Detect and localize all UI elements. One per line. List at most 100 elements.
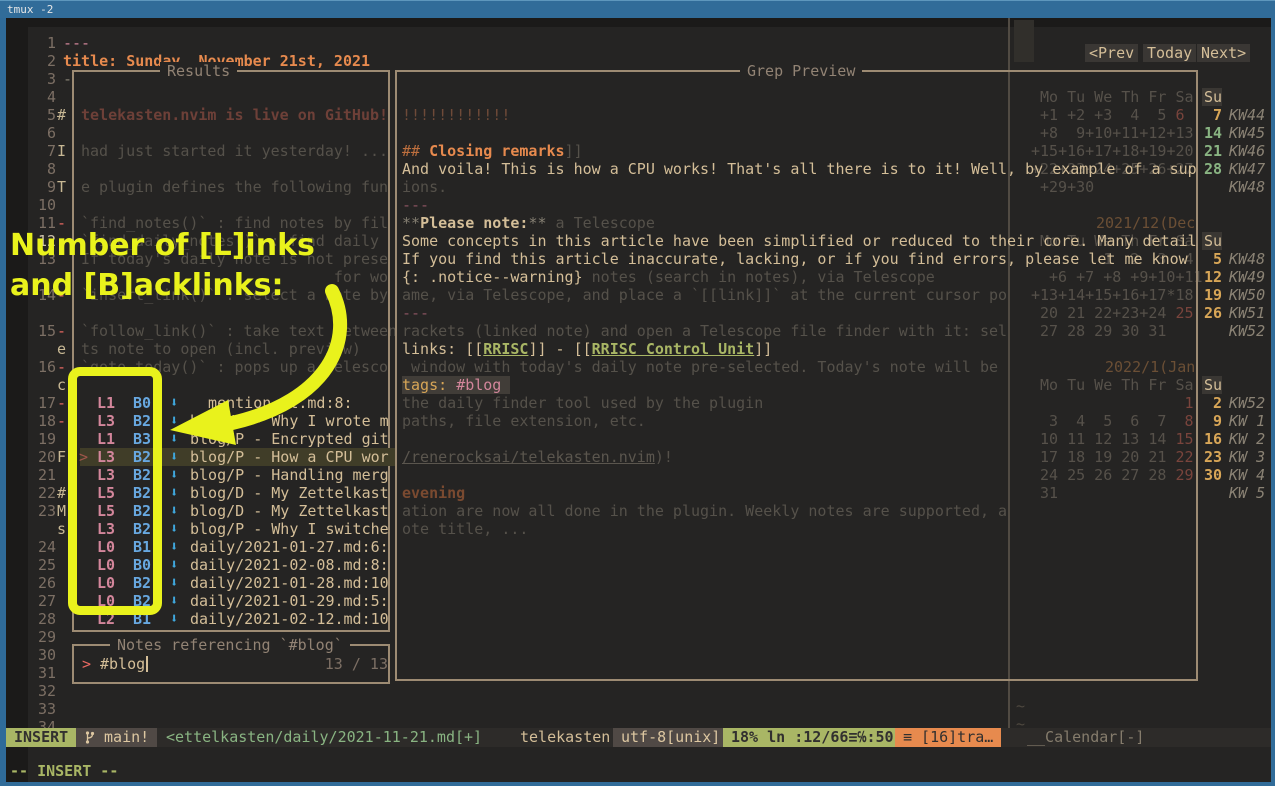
calendar-week-label: KW50 [1229,286,1265,304]
text-span: tags: [402,376,456,394]
calendar-sunday-cell[interactable]: 14 [1202,124,1222,142]
calendar-week-label: KW45 [1229,124,1265,142]
results-row[interactable]: L0B1⬇daily/2021-01-27.md:6: [6,538,326,556]
right-border [1271,18,1275,786]
text-span: And voila! This is how a CPU works! That… [402,160,1197,178]
text-span: {: .notice--warning} [402,268,583,286]
markdown-file-icon: ⬇ [170,502,178,520]
preview-line: evening [402,484,465,502]
markdown-file-icon: ⬇ [170,556,178,574]
line-number: 4 [28,88,56,106]
calendar-sunday-cell[interactable]: Su [1202,232,1222,250]
results-row[interactable]: L0B0⬇daily/2021-02-08.md:8: [6,556,326,574]
calendar-sunday-cell[interactable]: 19 [1202,286,1222,304]
buffer-gutter-char: - [57,322,66,340]
calendar-sunday-cell[interactable]: 12 [1202,268,1222,286]
calendar-sunday-cell[interactable]: 23 [1202,448,1222,466]
calendar-sunday-cell[interactable]: 28 [1202,160,1222,178]
buffer-gutter-char: I [57,142,66,160]
bottom-border [0,782,1275,786]
calendar-week-label: KW48 [1229,178,1265,196]
text-span: ions. [402,178,447,196]
calendar-sunday-cell[interactable]: 16 [1202,430,1222,448]
line-number: 33 [28,700,56,718]
result-filename: blog/P - Why I switche [190,520,389,538]
preview-line: **Please note:** a Telescope [402,214,655,232]
prompt-panel: Notes referencing `#blog` > #blog 13 / 1… [72,644,390,684]
top-padding [6,18,1271,27]
text-span: ]] - [[ [528,340,591,358]
text-span: ation are now all done in the plugin. We… [402,502,1007,520]
text-span: links: [[ [402,340,483,358]
buffer-gutter-char: T [57,178,66,196]
preview-line: ame, via Telescope, and place a `[[link]… [402,286,1007,304]
text-span: --- [402,196,429,214]
text-span: #blog [456,376,510,394]
preview-line: If you find this article inaccurate, lac… [402,250,1188,268]
results-row[interactable]: L0B2⬇daily/2021-01-29.md:5: [6,592,326,610]
buffer-gutter-char: - [57,358,66,376]
text-span: Please note: [420,214,528,232]
calendar-week-label: KW47 [1229,160,1265,178]
markdown-file-icon: ⬇ [170,538,178,556]
git-branch-name: main! [104,728,149,746]
line-number: 32 [28,682,56,700]
calendar-statusline: __Calendar[-] [1019,728,1152,747]
statusline: INSERT main! <ettelkasten/daily/2021-11-… [6,728,1271,747]
text-span: If you find this article inaccurate, lac… [402,250,1188,268]
results-row[interactable]: L2B1⬇daily/2021-02-12.md:10 [6,610,326,628]
calendar-sunday-cell[interactable]: 7 [1202,106,1222,124]
window-titlebar[interactable]: tmux -2 [0,0,1275,18]
cursor-position: 18% ln :12/66≡℅:50 [723,728,902,747]
preview-line: !!!!!!!!!!!! [402,106,510,124]
calendar-sunday-cell[interactable]: 26 [1202,304,1222,322]
preview-line: tags: #blog [402,376,510,394]
results-panel-title: Results [160,62,237,80]
results-row[interactable]: L5B2⬇blog/D - My Zettelkast [6,484,326,502]
preview-line: paths, file extension, etc. [402,412,646,430]
result-filename: daily/2021-01-28.md:10 [190,574,389,592]
text-span: evening [402,484,465,502]
calendar-sunday-cell[interactable]: Su [1202,376,1222,394]
text-span: ]] [754,340,772,358]
text-span: a Telescope [547,214,655,232]
results-row[interactable]: L0B2⬇daily/2021-01-28.md:10 [6,574,326,592]
results-row[interactable]: L5B2⬇blog/D - My Zettelkast [6,502,326,520]
calendar-today-button[interactable]: Today [1143,44,1196,62]
text-span: ]] [565,142,583,160]
result-filename: daily/2021-02-12.md:10 [190,610,389,628]
search-input[interactable]: #blog [100,655,145,673]
markdown-file-icon: ⬇ [170,466,178,484]
text-span: ote title, ... [402,520,528,538]
preview-line: ions. [402,178,447,196]
tilde: ~ [1016,697,1025,715]
preview-line: --- [402,196,429,214]
text-span: )! [655,448,673,466]
line-number: 6 [28,124,56,142]
text-span: Some concepts in this article have been … [402,232,1197,250]
preview-line: And voila! This is how a CPU works! That… [402,160,1197,178]
calendar-sunday-cell[interactable]: 9 [1202,412,1222,430]
results-row[interactable]: L3B2⬇blog/P - Handling merg [6,466,326,484]
results-row[interactable]: L3B2⬇blog/P - Why I switche [6,520,326,538]
calendar-sunday-cell[interactable]: 5 [1202,250,1222,268]
text-span: paths, file extension, etc. [402,412,646,430]
calendar-sunday-cell[interactable]: 30 [1202,466,1222,484]
calendar-sunday-cell[interactable]: Su [1202,88,1222,106]
buffer-gutter-char: e [57,340,66,358]
preview-line: --- [402,304,429,322]
text-span: /renerocksai/telekasten.nvim [402,448,655,466]
line-number: 10 [28,196,56,214]
calendar-sunday-cell[interactable]: 2 [1202,394,1222,412]
text-span: RRISC [483,340,528,358]
line-number: 3 [28,70,56,88]
preview-line: window with today's daily note pre-selec… [402,358,998,376]
calendar-week-label: KW46 [1229,142,1265,160]
calendar-week-label: KW51 [1229,304,1265,322]
calendar-prev-button[interactable]: <Prev [1085,44,1138,62]
result-filename: blog/D - My Zettelkast [190,484,389,502]
calendar-week-label: KW52 [1229,322,1265,340]
calendar-sunday-cell[interactable]: 21 [1202,142,1222,160]
line-number: 29 [28,628,56,646]
calendar-next-button[interactable]: Next> [1197,44,1250,62]
